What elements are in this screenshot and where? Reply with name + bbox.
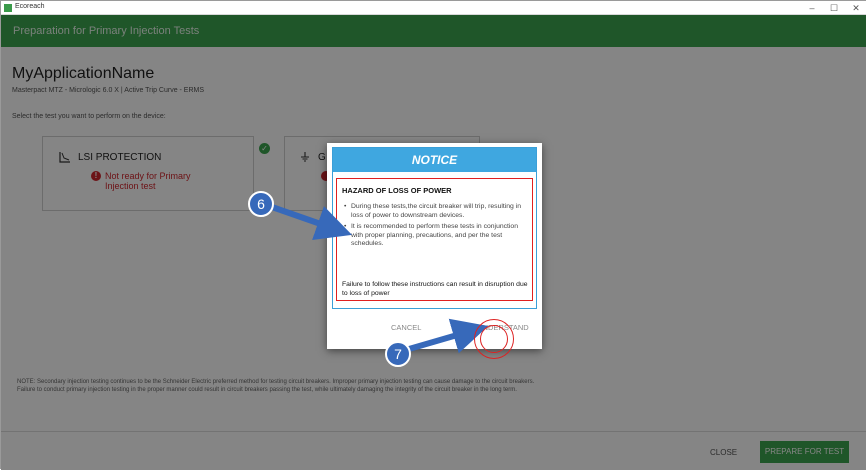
app-window: Ecoreach – ☐ ✕ Preparation for Primary I…	[0, 0, 866, 470]
hazard-bullet: During these tests,the circuit breaker w…	[343, 203, 529, 220]
maximize-button[interactable]: ☐	[827, 2, 841, 14]
step-6-marker: 6	[248, 191, 274, 217]
notice-dialog: NOTICE HAZARD OF LOSS OF POWER During th…	[327, 143, 542, 349]
hazard-warning-box: HAZARD OF LOSS OF POWER During these tes…	[336, 178, 533, 301]
minimize-button[interactable]: –	[805, 2, 819, 14]
hazard-bullet-list: During these tests,the circuit breaker w…	[343, 203, 529, 252]
notice-header: NOTICE	[333, 148, 536, 172]
notice-title: NOTICE	[411, 153, 458, 167]
cancel-button[interactable]: CANCEL	[391, 323, 421, 332]
window-titlebar: Ecoreach – ☐ ✕	[1, 1, 866, 15]
step-7-marker: 7	[385, 341, 411, 367]
app-icon	[4, 4, 12, 12]
hazard-heading: HAZARD OF LOSS OF POWER	[342, 186, 452, 195]
failure-warning: Failure to follow these instructions can…	[342, 281, 528, 297]
highlight-circle	[480, 325, 508, 353]
window-title: Ecoreach	[15, 3, 45, 10]
notice-panel: NOTICE HAZARD OF LOSS OF POWER During th…	[332, 147, 537, 309]
close-window-button[interactable]: ✕	[849, 2, 863, 14]
hazard-bullet: It is recommended to perform these tests…	[343, 223, 529, 249]
